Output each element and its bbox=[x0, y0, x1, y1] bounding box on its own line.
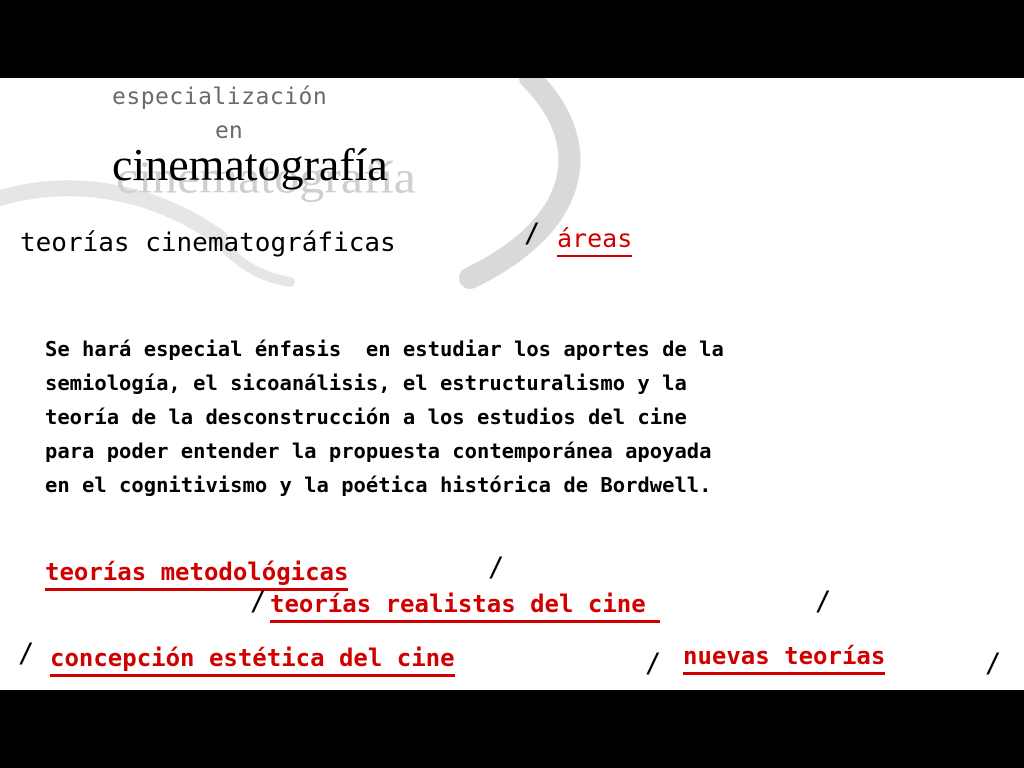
concepcion-estetica-link[interactable]: concepción estética del cine bbox=[50, 644, 455, 677]
description-line: semiología, el sicoanálisis, el estructu… bbox=[45, 371, 687, 395]
separator-slash: / bbox=[488, 552, 505, 583]
separator-slash: / bbox=[18, 638, 35, 669]
areas-link[interactable]: áreas bbox=[557, 224, 633, 257]
description-line: para poder entender la propuesta contemp… bbox=[45, 439, 712, 463]
nuevas-teorias-link[interactable]: nuevas teorías bbox=[683, 642, 886, 675]
teorias-realistas-link[interactable]: teorías realistas del cine bbox=[270, 590, 661, 623]
description-line: en el cognitivismo y la poética históric… bbox=[45, 473, 712, 497]
slide-canvas: especialización en cinematografía cinema… bbox=[0, 78, 1024, 690]
heading-separator: / bbox=[524, 218, 541, 249]
description-line: Se hará especial énfasis en estudiar los… bbox=[45, 337, 724, 361]
separator-slash: / bbox=[250, 586, 267, 617]
teorias-metodologicas-link[interactable]: teorías metodológicas bbox=[45, 558, 349, 591]
separator-slash: / bbox=[645, 648, 662, 679]
description-paragraph: Se hará especial énfasis en estudiar los… bbox=[45, 332, 1005, 502]
brand-title: cinematografía bbox=[112, 139, 388, 190]
separator-slash: / bbox=[815, 586, 832, 617]
brand-line-especializacion: especialización bbox=[112, 84, 328, 110]
page-heading: teorías cinematográficas bbox=[20, 228, 396, 258]
description-line: teoría de la desconstrucción a los estud… bbox=[45, 405, 687, 429]
bottom-black-bar bbox=[0, 690, 1024, 768]
separator-slash: / bbox=[985, 648, 1002, 679]
top-black-bar bbox=[0, 0, 1024, 78]
